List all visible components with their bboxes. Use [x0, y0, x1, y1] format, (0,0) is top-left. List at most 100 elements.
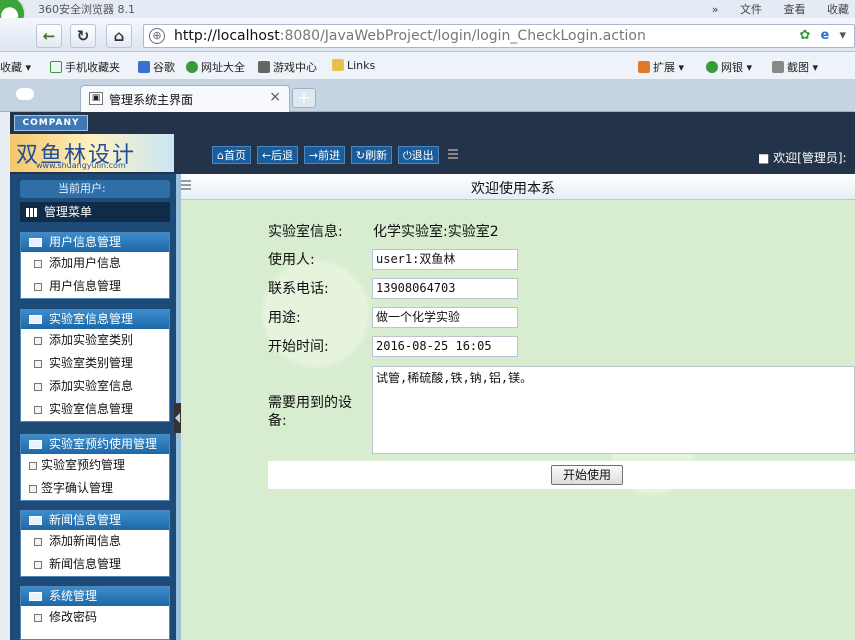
sidebar-section-header[interactable]: 实验室信息管理 [21, 310, 169, 329]
power-icon: ⏻ [402, 149, 412, 162]
page-favicon-icon: ▣ [89, 92, 103, 105]
refresh-button[interactable]: ↻刷新 [350, 146, 393, 164]
back-arrow-icon[interactable]: ← [36, 24, 62, 48]
sidebar-item-manage-lab-type[interactable]: 实验室类别管理 [21, 352, 169, 375]
app-frame: COMPANY 双鱼林设计 www.shuangyulin.com ⌂首页 ←后… [10, 112, 855, 640]
forward-icon: → [308, 149, 319, 162]
doc-icon [34, 283, 42, 291]
screenshot-button[interactable]: 截图 ▾ [772, 59, 818, 75]
fav-mobile[interactable]: 手机收藏夹 [50, 59, 120, 75]
home-icon: ⌂ [217, 149, 224, 162]
extensions-button[interactable]: 扩展 ▾ [638, 59, 684, 75]
address-url[interactable]: http://localhost:8080/JavaWebProject/log… [174, 28, 646, 44]
phone-field[interactable]: 13908064703 [372, 278, 518, 299]
current-user: 当前用户: [20, 180, 170, 198]
user-label: 使用人: [268, 252, 315, 268]
ie-mode-icon[interactable]: e [821, 28, 830, 43]
sidebar-section-header[interactable]: 实验室预约使用管理 [21, 435, 169, 454]
sidebar-item-add-lab-type[interactable]: 添加实验室类别 [21, 329, 169, 352]
book-icon [29, 516, 42, 525]
sidebar-section-header[interactable]: 新闻信息管理 [21, 511, 169, 530]
purpose-field[interactable]: 做一个化学实验 [372, 307, 518, 328]
equipment-label: 需要用到的设 [268, 395, 352, 411]
sidebar-item-manage-lab[interactable]: 实验室信息管理 [21, 398, 169, 421]
dropdown-icon[interactable]: ▾ [839, 28, 846, 43]
doc-icon [34, 561, 42, 569]
grid-icon [26, 208, 38, 217]
sidebar-section-news: 新闻信息管理 添加新闻信息 新闻信息管理 [20, 510, 170, 577]
fav-games[interactable]: 游戏中心 [258, 59, 317, 75]
forward-button[interactable]: →前进 [303, 146, 346, 164]
sidebar-item-change-password[interactable]: 修改密码 [21, 606, 169, 629]
sidebar-item-add-news[interactable]: 添加新闻信息 [21, 530, 169, 553]
company-badge: COMPANY [14, 115, 88, 131]
browser-window-title: 360安全浏览器 8.1 [38, 3, 135, 16]
home-button[interactable]: ⌂首页 [212, 146, 251, 164]
fav-google[interactable]: 谷歌 [138, 59, 175, 75]
sidebar-item-manage-booking[interactable]: 实验室预约管理 [21, 454, 169, 477]
logout-button[interactable]: ⏻退出 [397, 146, 439, 164]
refresh-icon: ↻ [355, 149, 366, 162]
tab-title: 管理系统主界面 [109, 93, 194, 107]
sidebar-item-add-user[interactable]: 添加用户信息 [21, 252, 169, 275]
browser-nav-bar: ← ↻ ⌂ ⊕ http://localhost:8080/JavaWebPro… [0, 18, 855, 52]
browser-menu-bar: » 文件 查看 收藏 [694, 1, 849, 17]
sidebar-section-system: 系统管理 修改密码 [20, 586, 170, 640]
sidebar-item-manage-news[interactable]: 新闻信息管理 [21, 553, 169, 576]
doc-icon [29, 485, 37, 493]
doc-icon [34, 260, 42, 268]
lab-value: 化学实验室:实验室2 [373, 224, 499, 240]
purpose-label: 用途: [268, 310, 301, 326]
start-use-button[interactable]: 开始使用 [551, 465, 623, 485]
doc-icon [34, 406, 42, 414]
main-header: 欢迎使用本系 [181, 174, 855, 200]
sidebar-section-user: 用户信息管理 添加用户信息 用户信息管理 [20, 232, 170, 299]
address-bar[interactable]: ⊕ http://localhost:8080/JavaWebProject/l… [143, 24, 855, 48]
sidebar-item-add-lab[interactable]: 添加实验室信息 [21, 375, 169, 398]
doc-icon [34, 337, 42, 345]
user-field[interactable]: user1:双鱼林 [372, 249, 518, 270]
doc-icon [34, 614, 42, 622]
sidebar-section-header[interactable]: 用户信息管理 [21, 233, 169, 252]
fav-portal[interactable]: 网址大全 [186, 59, 245, 75]
main-content: 欢迎使用本系 实验室信息: 化学实验室:实验室2 使用人: user1:双鱼林 … [181, 174, 855, 640]
page-title: 欢迎使用本系 [471, 181, 555, 197]
grip-icon [448, 149, 459, 161]
reload-icon[interactable]: ↻ [70, 24, 96, 48]
sidebar-item-signature[interactable]: 签字确认管理 [21, 477, 169, 500]
equipment-label-cont: 备: [268, 413, 287, 429]
bank-button[interactable]: 网银 ▾ [706, 59, 752, 75]
book-icon [29, 315, 42, 324]
new-tab-button[interactable]: + [292, 88, 316, 108]
menu-more[interactable]: » [712, 3, 719, 16]
cloud-icon[interactable] [16, 88, 34, 100]
sidebar-section-booking: 实验室预约使用管理 实验室预约管理 签字确认管理 [20, 434, 170, 501]
start-time-field[interactable]: 2016-08-25 16:05 [372, 336, 518, 357]
doc-icon [34, 383, 42, 391]
sidebar-section-lab: 实验室信息管理 添加实验室类别 实验室类别管理 添加实验室信息 实验室信息管理 [20, 309, 170, 422]
tab-bar: ▣ 管理系统主界面 × + [0, 80, 855, 112]
menu-title: 管理菜单 [20, 202, 170, 222]
doc-icon [34, 360, 42, 368]
sidebar-item-manage-user[interactable]: 用户信息管理 [21, 275, 169, 298]
favorites-menu[interactable]: 收藏 ▾ [0, 59, 31, 75]
site-logo: 双鱼林设计 www.shuangyulin.com [10, 134, 174, 172]
close-tab-icon[interactable]: × [269, 89, 281, 105]
sidebar-section-header[interactable]: 系统管理 [21, 587, 169, 606]
doc-icon [29, 462, 37, 470]
menu-view[interactable]: 查看 [784, 3, 806, 16]
home-icon[interactable]: ⌂ [106, 24, 132, 48]
tab-main[interactable]: ▣ 管理系统主界面 × [80, 85, 290, 112]
fav-links[interactable]: Links [332, 59, 375, 72]
phone-label: 联系电话: [268, 281, 329, 297]
site-info-icon[interactable]: ⊕ [149, 28, 165, 44]
back-icon: ← [261, 149, 272, 162]
back-button[interactable]: ←后退 [256, 146, 299, 164]
refresh-circle-icon[interactable]: ✿ [799, 28, 810, 43]
lab-label: 实验室信息: [268, 224, 343, 240]
equipment-textarea[interactable]: 试管,稀硫酸,铁,钠,铝,镁。 [372, 366, 855, 454]
logo-url: www.shuangyulin.com [36, 161, 126, 170]
sidebar: 当前用户: 管理菜单 用户信息管理 添加用户信息 用户信息管理 实验室信息管理 … [10, 174, 176, 640]
menu-favorites[interactable]: 收藏 [827, 3, 849, 16]
menu-file[interactable]: 文件 [740, 3, 762, 16]
